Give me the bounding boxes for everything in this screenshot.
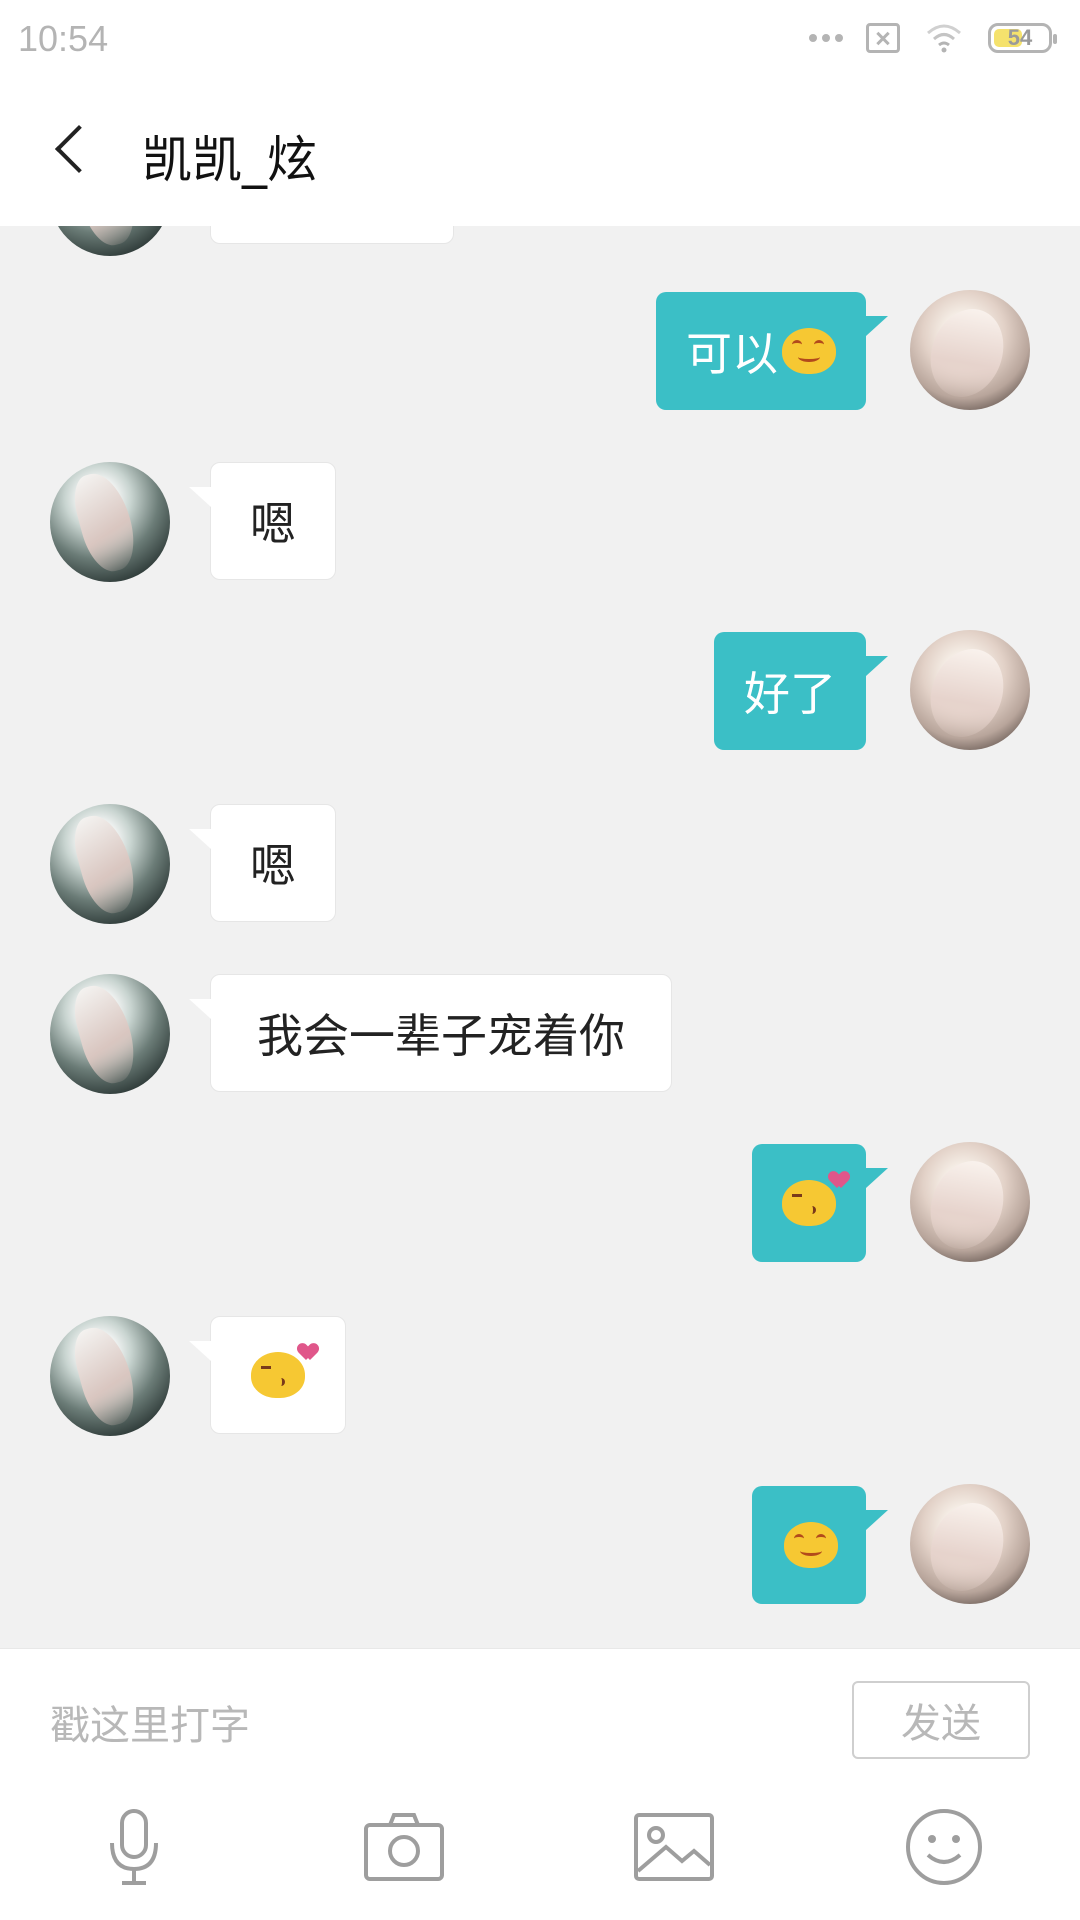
avatar-self[interactable] xyxy=(910,630,1030,750)
message-bubble-received[interactable]: 我会一辈子宠着你 xyxy=(189,974,672,1092)
send-button[interactable]: 发送 xyxy=(852,1681,1030,1759)
message-bubble-sent[interactable]: 好了 xyxy=(714,632,888,750)
chevron-left-icon[interactable] xyxy=(48,118,98,184)
avatar-contact[interactable] xyxy=(50,804,170,924)
kissing-face-heart-icon xyxy=(251,1352,305,1398)
status-time: 10:54 xyxy=(18,18,109,59)
avatar-contact[interactable] xyxy=(50,462,170,582)
composer-bar: 戳这里打字 发送 xyxy=(0,1648,1080,1772)
message-bubble-sent[interactable] xyxy=(752,1144,888,1262)
image-icon[interactable] xyxy=(624,1802,724,1892)
battery-icon: 54 xyxy=(988,23,1057,53)
wifi-icon xyxy=(927,24,961,53)
composer-toolbar xyxy=(0,1772,1080,1920)
sim-off-icon xyxy=(866,23,900,53)
message-text: 嗯 xyxy=(250,839,296,893)
smiling-face-icon xyxy=(782,328,836,374)
smiling-face-icon xyxy=(784,1522,838,1568)
status-bar: 10:54 54 xyxy=(0,0,1080,76)
message-bubble-received[interactable]: 嗯 xyxy=(189,804,336,922)
avatar-self[interactable] xyxy=(910,1484,1030,1604)
message-list[interactable]: 可以 嗯 好了 嗯 我会一辈子宠着你 xyxy=(0,226,1080,1648)
chat-title: 凯凯_炫 xyxy=(142,131,317,189)
microphone-icon[interactable] xyxy=(84,1802,184,1892)
avatar-contact[interactable] xyxy=(50,226,170,256)
avatar-self[interactable] xyxy=(910,1142,1030,1262)
message-bubble-sent[interactable] xyxy=(752,1486,888,1604)
status-icons: 54 xyxy=(808,18,1057,58)
chat-header: 凯凯_炫 xyxy=(0,76,1080,226)
message-text: 嗯 xyxy=(250,497,296,551)
emoji-icon[interactable] xyxy=(894,1802,994,1892)
more-dots-icon xyxy=(809,34,843,42)
message-bubble-partial[interactable] xyxy=(210,226,454,244)
message-text: 我会一辈子宠着你 xyxy=(257,1009,625,1063)
message-bubble-sent[interactable]: 可以 xyxy=(656,292,888,410)
message-text: 好了 xyxy=(744,667,836,721)
message-text: 可以 xyxy=(686,327,778,381)
message-bubble-received[interactable] xyxy=(189,1316,346,1434)
battery-percent: 54 xyxy=(1007,25,1033,50)
avatar-contact[interactable] xyxy=(50,974,170,1094)
avatar-contact[interactable] xyxy=(50,1316,170,1436)
message-bubble-received[interactable]: 嗯 xyxy=(189,462,336,580)
avatar-self[interactable] xyxy=(910,290,1030,410)
kissing-face-heart-icon xyxy=(782,1180,836,1226)
message-input[interactable]: 戳这里打字 xyxy=(50,1693,250,1751)
camera-icon[interactable] xyxy=(354,1802,454,1892)
